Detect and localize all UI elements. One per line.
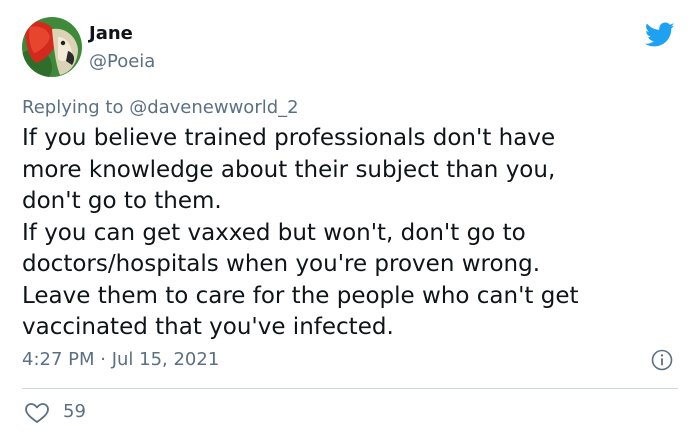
- divider: [22, 388, 678, 389]
- tweet-text-line: If you can get vaxxed but won't, don't g…: [22, 219, 526, 246]
- tweet-timestamp[interactable]: 4:27 PM · Jul 15, 2021: [22, 349, 219, 371]
- twitter-bird-icon[interactable]: [644, 22, 675, 48]
- tweet-card: Jane @Poeia Replying to @davenewworld_2 …: [0, 0, 700, 442]
- info-icon[interactable]: [651, 349, 673, 371]
- reply-context: Replying to @davenewworld_2: [22, 97, 299, 119]
- tweet-text-line: don't go to them.: [22, 188, 222, 214]
- tweet-text-line: Leave them to care for the people who ca…: [22, 282, 579, 309]
- reply-prefix: Replying to: [22, 97, 130, 118]
- tweet-text-line: more knowledge about their subject than …: [22, 156, 556, 183]
- avatar-image: [22, 17, 82, 77]
- avatar[interactable]: [22, 17, 82, 77]
- like-count[interactable]: 59: [63, 401, 86, 423]
- reply-mention-link[interactable]: @davenewworld_2: [129, 97, 298, 118]
- author-name[interactable]: Jane: [89, 23, 133, 45]
- tweet-text-line: If you believe trained professionals don…: [22, 125, 556, 151]
- tweet-text-line: doctors/hospitals when you're proven wro…: [22, 251, 541, 277]
- author-handle[interactable]: @Poeia: [89, 51, 155, 73]
- tweet-text: If you believe trained professionals don…: [22, 123, 682, 344]
- tweet-text-line: vaccinated that you've infected.: [22, 314, 394, 340]
- heart-icon[interactable]: [24, 402, 50, 424]
